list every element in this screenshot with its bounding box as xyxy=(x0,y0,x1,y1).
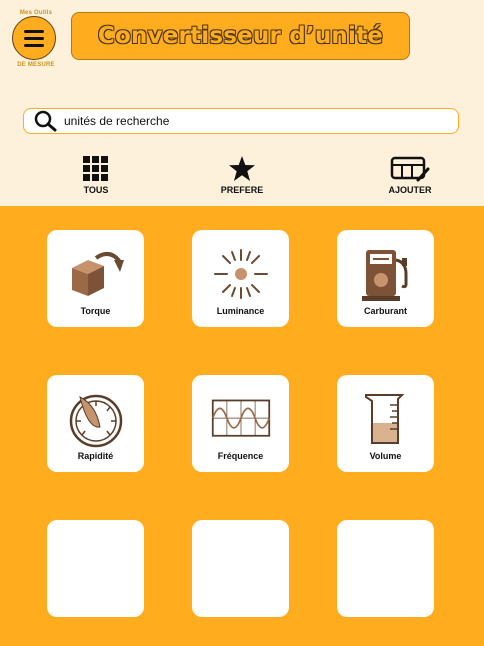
tile-frequence[interactable]: Fréquence xyxy=(192,375,289,472)
title-banner: Convertisseur d’unité xyxy=(71,12,410,60)
tile-torque[interactable]: Torque xyxy=(47,230,144,327)
tile-rapidite[interactable]: Rapidité xyxy=(47,375,144,472)
torque-icon xyxy=(66,244,126,304)
wave-icon xyxy=(211,389,271,449)
grid-icon xyxy=(83,156,108,181)
nav-label: TOUS xyxy=(83,185,109,195)
tile-luminance[interactable]: Luminance xyxy=(192,230,289,327)
sun-icon xyxy=(211,244,271,304)
tile-label: Volume xyxy=(369,451,402,461)
beaker-icon xyxy=(356,389,416,449)
tile-label: Rapidité xyxy=(77,451,114,461)
tile-empty[interactable] xyxy=(337,520,434,617)
tile-volume[interactable]: Volume xyxy=(337,375,434,472)
tile-empty[interactable] xyxy=(47,520,144,617)
tile-label: Carburant xyxy=(363,306,407,316)
nav-prefere[interactable]: PREFERE xyxy=(197,156,287,195)
star-icon xyxy=(229,156,255,181)
search-bar[interactable] xyxy=(23,108,459,134)
page-title: Convertisseur d’unité xyxy=(97,23,384,49)
search-icon xyxy=(34,110,57,132)
nav-label: AJOUTER xyxy=(388,185,432,195)
tile-label: Luminance xyxy=(216,306,265,316)
menu-button[interactable] xyxy=(12,16,56,60)
search-input[interactable] xyxy=(64,114,424,128)
nav-ajouter[interactable]: AJOUTER xyxy=(365,156,455,195)
menu-icon-bar xyxy=(24,43,44,47)
tile-label: Fréquence xyxy=(217,451,264,461)
fuel-pump-icon xyxy=(356,244,416,304)
edit-table-icon xyxy=(390,156,430,182)
header-area: Mes Outils DE MESURE Convertisseur d’uni… xyxy=(0,0,484,206)
nav-label: PREFERE xyxy=(220,185,264,195)
menu-icon-bar xyxy=(24,36,44,40)
menu-area: Mes Outils DE MESURE xyxy=(10,10,62,70)
speedometer-icon xyxy=(66,389,126,449)
tile-empty[interactable] xyxy=(192,520,289,617)
brand-text-bottom: DE MESURE xyxy=(17,62,55,68)
menu-icon-bar xyxy=(24,29,44,33)
tile-label: Torque xyxy=(80,306,111,316)
tile-carburant[interactable]: Carburant xyxy=(337,230,434,327)
nav-tous[interactable]: TOUS xyxy=(51,156,141,195)
